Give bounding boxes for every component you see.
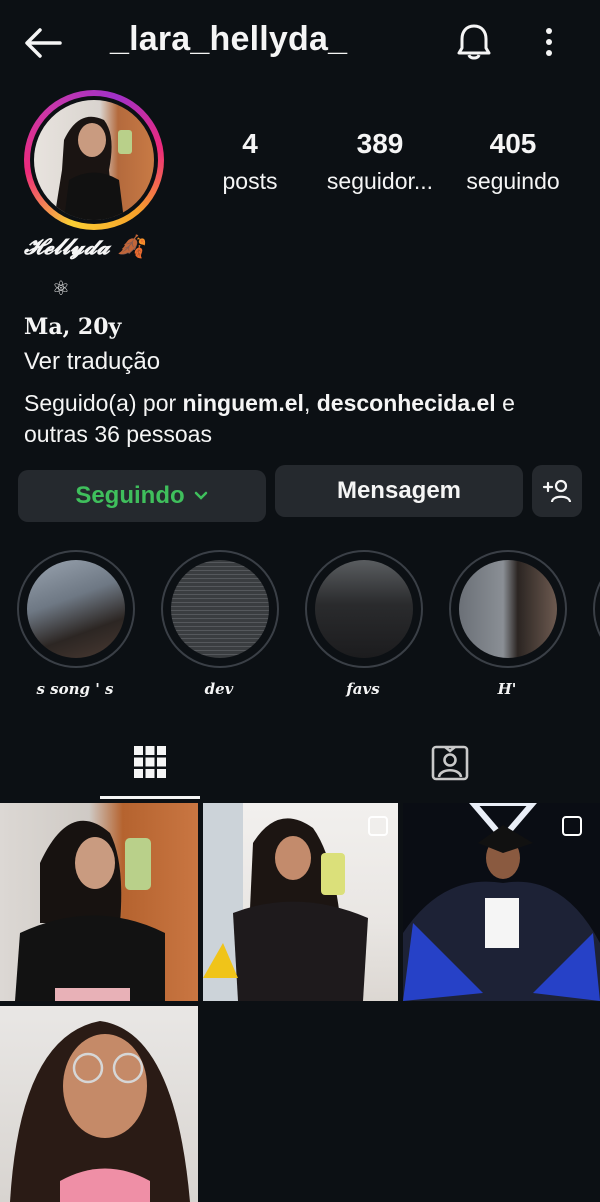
- highlight-ring: [305, 550, 423, 668]
- followed-by-user-2[interactable]: desconhecida.el: [317, 390, 496, 416]
- highlight-ring: [161, 550, 279, 668]
- add-person-icon: [542, 479, 572, 503]
- message-button[interactable]: Mensagem: [275, 465, 523, 517]
- see-translation-link[interactable]: Ver tradução: [24, 348, 160, 376]
- grid-icon: [134, 746, 166, 778]
- bell-icon: [457, 24, 491, 60]
- post-thumbnail[interactable]: [0, 1006, 198, 1202]
- following-button[interactable]: Seguindo: [18, 470, 266, 522]
- bio-text: Ma, 20y: [24, 314, 122, 340]
- message-button-label: Mensagem: [336, 477, 462, 504]
- followed-by-user-1[interactable]: ninguem.el: [183, 390, 304, 416]
- stat-following[interactable]: 405 seguindo: [456, 128, 570, 195]
- followed-by-text[interactable]: Seguido(a) por ninguem.el, desconhecida.…: [24, 388, 584, 450]
- active-tab-indicator: [100, 796, 200, 799]
- atom-icon: ⚛: [52, 278, 70, 300]
- stat-followers[interactable]: 389 seguidor...: [318, 128, 442, 195]
- highlight-label: favs: [346, 680, 380, 698]
- highlight-item-partial[interactable]: [593, 550, 600, 668]
- more-vertical-icon: [546, 28, 552, 56]
- highlight-item[interactable]: [17, 550, 135, 668]
- tab-tagged[interactable]: [430, 744, 470, 782]
- tagged-person-icon: [431, 745, 469, 781]
- highlight-cover: [171, 560, 269, 658]
- highlight-item[interactable]: [449, 550, 567, 668]
- highlight-cover: [27, 560, 125, 658]
- stat-following-count: 405: [489, 128, 537, 159]
- chevron-down-icon: [194, 491, 207, 500]
- stat-posts-label: posts: [222, 168, 278, 194]
- following-button-label: Seguindo: [75, 482, 185, 509]
- stat-posts[interactable]: 4 posts: [208, 128, 292, 195]
- highlight-item[interactable]: [161, 550, 279, 668]
- more-options-button[interactable]: [536, 22, 562, 62]
- post-thumbnail[interactable]: [0, 803, 198, 1001]
- arrow-left-icon: [25, 28, 62, 58]
- suggest-people-button[interactable]: [532, 465, 582, 517]
- post-thumbnail[interactable]: [203, 803, 398, 1001]
- back-button[interactable]: [22, 24, 64, 62]
- post-thumbnail[interactable]: [403, 803, 600, 1001]
- stat-followers-count: 389: [356, 128, 404, 159]
- highlight-ring: [449, 550, 567, 668]
- avatar-photo-image: [54, 116, 132, 220]
- stat-posts-count: 4: [242, 128, 258, 159]
- profile-username: _lara_hellyda_: [110, 20, 348, 58]
- tab-posts-grid[interactable]: [132, 744, 168, 780]
- highlight-label: s song ' s: [36, 680, 114, 698]
- highlight-cover: [459, 560, 557, 658]
- highlight-label: dev: [204, 680, 234, 698]
- stat-followers-label: seguidor...: [326, 168, 434, 194]
- followed-by-others: outras 36 pessoas: [24, 421, 212, 447]
- avatar[interactable]: [34, 100, 154, 220]
- highlight-item[interactable]: [305, 550, 423, 668]
- stat-following-label: seguindo: [466, 168, 560, 194]
- profile-display-name: 𝓗𝓮𝓵𝓵𝔂𝓭𝓪 🍂: [24, 234, 145, 260]
- highlight-cover: [315, 560, 413, 658]
- highlight-ring: [17, 550, 135, 668]
- notifications-button[interactable]: [456, 22, 492, 62]
- highlight-label: H': [497, 680, 517, 698]
